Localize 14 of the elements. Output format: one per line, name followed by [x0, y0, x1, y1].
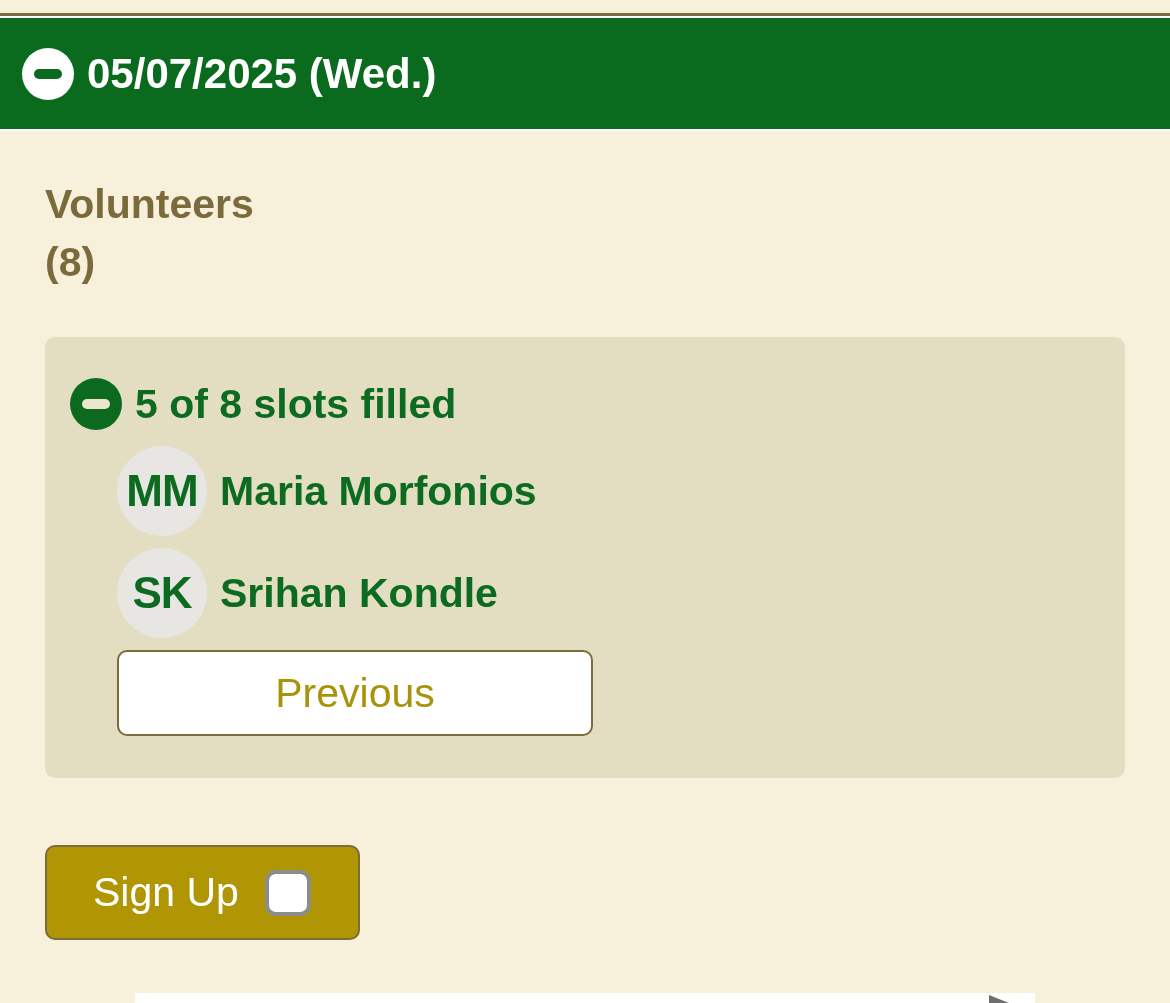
sign-up-button[interactable]: Sign Up [45, 845, 360, 940]
volunteer-name: Maria Morfonios [220, 470, 537, 512]
slots-summary: 5 of 8 slots filled [135, 383, 457, 425]
minus-circle-icon[interactable] [22, 47, 74, 100]
minus-circle-icon[interactable] [70, 378, 122, 430]
cut-off-icon [989, 995, 1009, 1003]
volunteers-count: (8) [45, 238, 96, 287]
volunteers-title: Volunteers [45, 180, 254, 229]
checkbox[interactable] [264, 869, 311, 916]
previous-button[interactable]: Previous [117, 650, 593, 736]
volunteer-name: Srihan Kondle [220, 572, 498, 614]
avatar-initials: MM [117, 446, 207, 536]
avatar-initials: SK [117, 548, 207, 638]
date-title: 05/07/2025 (Wed.) [87, 52, 437, 95]
